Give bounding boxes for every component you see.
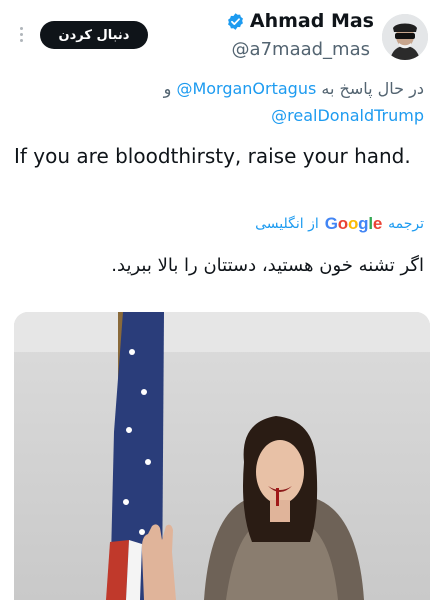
translated-text: اگر تشنه خون هستید، دستتان را بالا ببرید… [111,255,424,276]
tweet-media-image[interactable] [14,312,430,600]
author-handle[interactable]: @a7maad_mas [232,39,370,60]
translate-source-language: از انگلیسی [255,216,319,232]
translate-label[interactable]: ترجمه [388,216,424,232]
reply-context: در حال پاسخ به @MorganOrtagus و @realDon… [4,75,424,129]
tweet-text: If you are bloodthirsty, raise your hand… [14,144,411,168]
author-name-line[interactable]: Ahmad Mas [226,10,374,32]
avatar-image [382,14,428,60]
mention-link[interactable]: @realDonaldTrump [271,106,424,125]
tweet-header: دنبال کردن Ahmad Mas @a7maad_mas [0,0,430,72]
more-options-icon[interactable] [14,27,28,45]
reply-conjunction: و [163,79,172,98]
translation-bar[interactable]: ترجمه Google از انگلیسی [255,214,424,234]
author-display-name[interactable]: Ahmad Mas [250,10,374,32]
follow-button[interactable]: دنبال کردن [40,21,148,49]
google-logo: Google [324,214,383,233]
reply-prefix: در حال پاسخ به [321,79,424,98]
verified-badge-icon [227,12,243,30]
mention-link[interactable]: @MorganOrtagus [176,79,316,98]
photo-illustration [14,312,430,600]
author-avatar[interactable] [382,14,428,60]
